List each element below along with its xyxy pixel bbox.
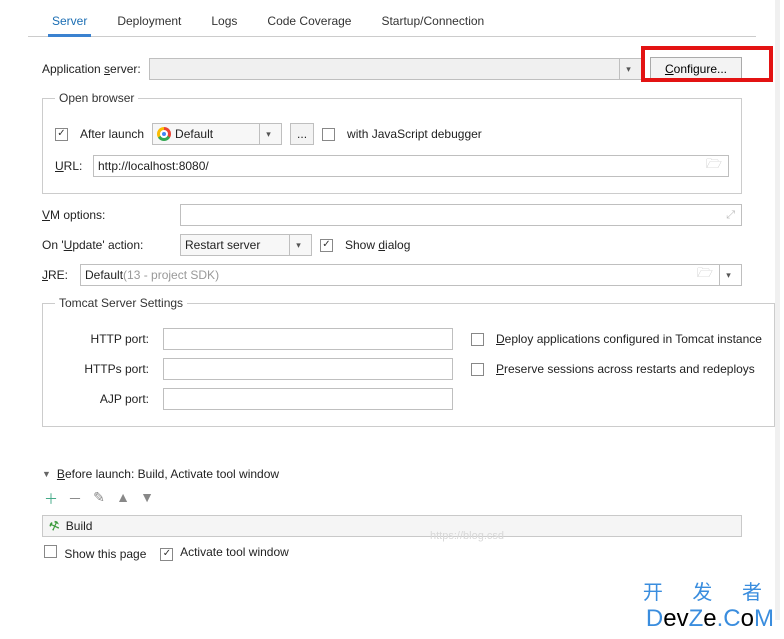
watermark-logo: 开 发 者 DevZe.CoM: [643, 576, 774, 633]
show-this-page-label: Show this page: [64, 547, 146, 561]
application-server-label: Application server:: [42, 62, 141, 76]
jre-dropdown[interactable]: Default (13 - project SDK) 🗁 ▾: [80, 264, 742, 286]
move-up-button[interactable]: ▲: [116, 489, 130, 509]
https-port-input[interactable]: [163, 358, 453, 380]
chevron-down-icon: ▾: [259, 124, 277, 144]
https-port-label: HTTPs port:: [55, 362, 155, 376]
triangle-down-icon: ▼: [42, 469, 51, 479]
configure-button[interactable]: Configure...: [650, 57, 742, 81]
chrome-icon: [157, 127, 171, 141]
ajp-port-label: AJP port:: [55, 392, 155, 406]
move-down-button[interactable]: ▼: [140, 489, 154, 509]
open-browser-legend: Open browser: [55, 91, 138, 105]
tomcat-settings-legend: Tomcat Server Settings: [55, 296, 187, 310]
show-dialog-checkbox[interactable]: [320, 239, 333, 252]
browse-icon[interactable]: 🗁: [697, 264, 713, 286]
tab-startup-connection[interactable]: Startup/Connection: [377, 10, 488, 36]
open-browser-group: Open browser After launch Default ▾ ... …: [42, 91, 742, 194]
show-this-page-checkbox[interactable]: [44, 545, 57, 558]
tab-server[interactable]: Server: [48, 10, 91, 36]
before-launch-toolbar: ＋ － ✎ ▲ ▼: [42, 483, 742, 515]
deploy-apps-label: Deploy applications configured in Tomcat…: [496, 332, 762, 346]
chevron-down-icon: ▾: [289, 235, 307, 255]
http-port-input[interactable]: [163, 328, 453, 350]
browser-dropdown[interactable]: Default ▾: [152, 123, 282, 145]
deploy-apps-checkbox[interactable]: [471, 333, 484, 346]
after-launch-checkbox[interactable]: [55, 128, 68, 141]
tab-logs[interactable]: Logs: [207, 10, 241, 36]
vm-options-input[interactable]: ⤢: [180, 204, 742, 226]
application-server-dropdown[interactable]: ▾: [149, 58, 642, 80]
tomcat-settings-group: Tomcat Server Settings HTTP port: Deploy…: [42, 296, 775, 427]
tab-code-coverage[interactable]: Code Coverage: [263, 10, 355, 36]
preserve-sessions-checkbox[interactable]: [471, 363, 484, 376]
js-debugger-label: with JavaScript debugger: [347, 127, 482, 141]
expand-icon[interactable]: ⤢: [726, 209, 735, 222]
add-task-button[interactable]: ＋: [44, 489, 58, 509]
activate-tool-window-checkbox[interactable]: [160, 548, 173, 561]
edit-task-button[interactable]: ✎: [92, 489, 106, 509]
js-debugger-checkbox[interactable]: [322, 128, 335, 141]
browse-icon[interactable]: 🗁: [706, 155, 722, 177]
on-update-action-label: On 'Update' action:: [42, 238, 172, 252]
preserve-sessions-label: Preserve sessions across restarts and re…: [496, 362, 755, 376]
jre-label: JRE:: [42, 268, 72, 282]
show-dialog-label: Show dialog: [345, 238, 410, 252]
http-port-label: HTTP port:: [55, 332, 155, 346]
url-label: URL:: [55, 159, 85, 173]
chevron-down-icon: ▾: [619, 59, 637, 79]
activate-tool-window-label: Activate tool window: [180, 545, 289, 559]
before-launch-toggle[interactable]: ▼ Before launch: Build, Activate tool wi…: [42, 465, 742, 483]
config-tabs: Server Deployment Logs Code Coverage Sta…: [28, 0, 756, 37]
tab-deployment[interactable]: Deployment: [113, 10, 185, 36]
after-launch-label: After launch: [80, 127, 144, 141]
ajp-port-input[interactable]: [163, 388, 453, 410]
on-update-action-dropdown[interactable]: Restart server ▾: [180, 234, 312, 256]
remove-task-button[interactable]: －: [68, 489, 82, 509]
vm-options-label: VM options:: [42, 208, 172, 222]
url-input[interactable]: http://localhost:8080/ 🗁: [93, 155, 729, 177]
browser-options-button[interactable]: ...: [290, 123, 314, 145]
before-launch-item-build[interactable]: ⚒ Build: [42, 515, 742, 537]
chevron-down-icon: ▾: [719, 265, 737, 285]
hammer-icon: ⚒: [47, 518, 62, 535]
